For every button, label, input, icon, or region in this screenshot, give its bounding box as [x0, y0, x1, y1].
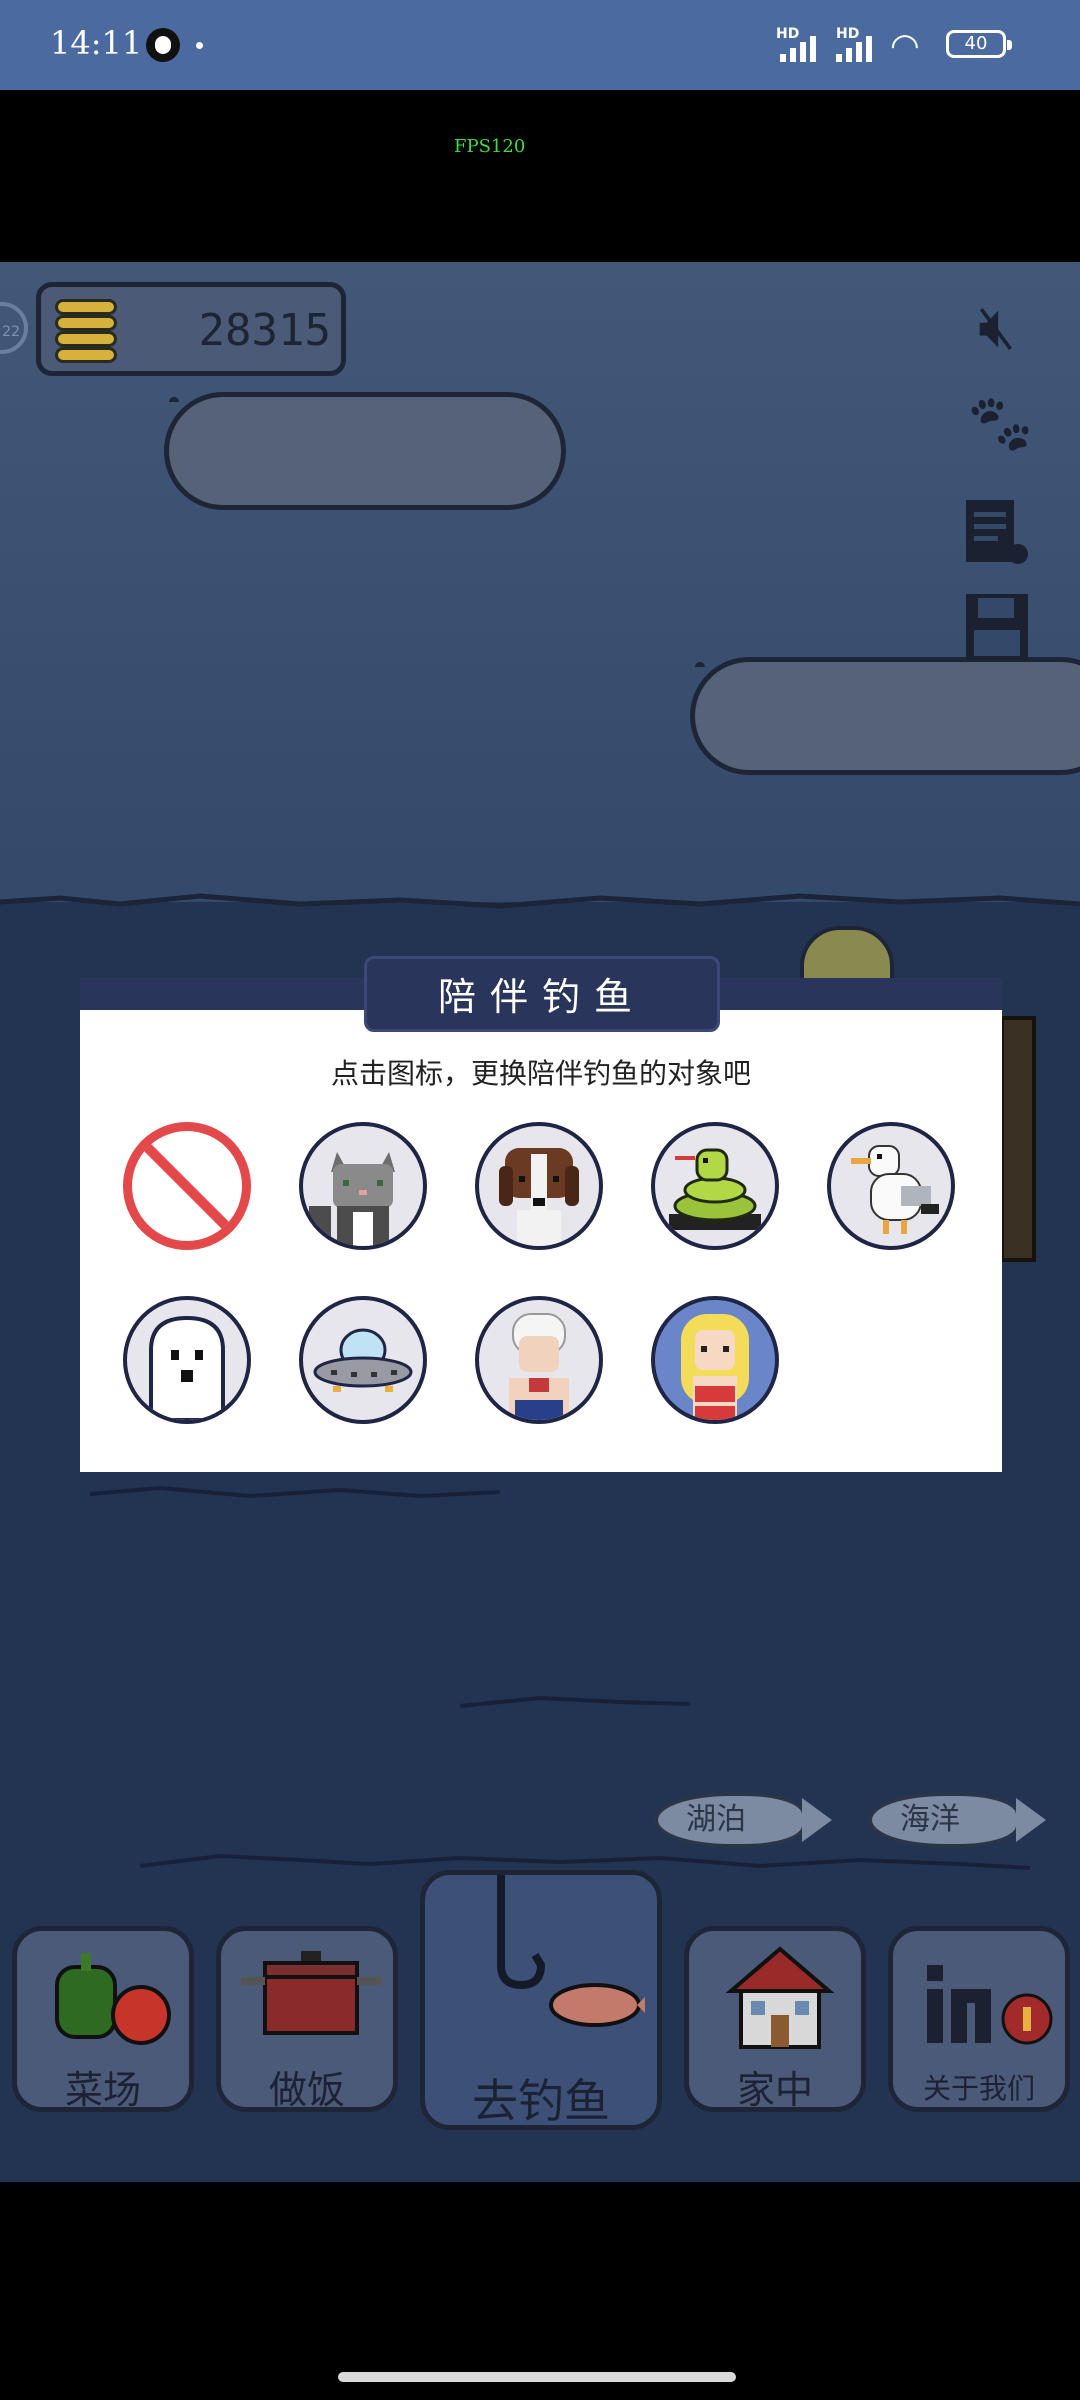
underwater-wave-1: [89, 1485, 501, 1499]
status-bar: 14:11 HD HD ◠ 40: [0, 0, 1080, 90]
fish-hook-icon: [497, 1875, 645, 2027]
cat-icon[interactable]: [299, 1122, 427, 1250]
vegetables-icon: [55, 1953, 171, 2045]
pier-post: [1000, 1016, 1036, 1262]
about-logo-icon: [927, 1965, 1053, 2045]
nav-fish-label: 去钓鱼: [472, 2074, 610, 2128]
nav-about-label: 关于我们: [922, 2072, 1035, 2105]
cloud-left: [164, 392, 566, 510]
nav-farm-label: 菜场: [64, 2068, 141, 2112]
lake-fish-tag[interactable]: 湖泊: [654, 1792, 832, 1848]
signal-1-icon: [780, 32, 816, 62]
coin-counter: 28315: [36, 282, 346, 376]
clock: 14:11: [50, 24, 143, 62]
dialog-subtitle: 点击图标，更换陪伴钓鱼的对象吧: [330, 1057, 751, 1090]
ocean-fish-tag[interactable]: 海洋: [868, 1792, 1046, 1848]
nav-cook-button[interactable]: 做饭: [216, 1926, 398, 2112]
dialog-title: 陪伴钓鱼: [364, 956, 720, 1032]
no-companion-icon[interactable]: [123, 1122, 251, 1250]
ufo-icon[interactable]: [299, 1296, 427, 1424]
nav-cook-label: 做饭: [268, 2068, 345, 2112]
nav-home-button[interactable]: 家中: [684, 1926, 866, 2112]
fps-counter: FPS120: [454, 136, 526, 157]
qq-notification-icon: [146, 28, 180, 62]
level-badge[interactable]: 22: [0, 302, 28, 354]
underwater-wave-2: [459, 1695, 691, 1708]
battery-icon: 40: [946, 30, 1012, 58]
pot-icon: [241, 1951, 381, 2035]
old-man-icon[interactable]: [475, 1296, 603, 1424]
ghost-icon[interactable]: [123, 1296, 251, 1424]
save-icon[interactable]: [962, 592, 1032, 662]
coin-amount: 28315: [198, 305, 331, 356]
log-icon[interactable]: [962, 498, 1032, 568]
cloud-right: [690, 657, 1080, 775]
house-icon: [725, 1946, 835, 2049]
wifi-icon: ◠: [890, 26, 920, 66]
gesture-home-bar[interactable]: [338, 2372, 736, 2382]
sea-surface-wave: [0, 893, 1080, 909]
sun-icon: [800, 926, 894, 986]
seagull-icon[interactable]: [827, 1122, 955, 1250]
signal-2-icon: [836, 32, 872, 62]
nav-farm-button[interactable]: 菜场: [12, 1926, 194, 2112]
mute-icon[interactable]: 🔇︎: [962, 292, 1032, 362]
game-scene: 22 28315 🔇︎ 🐾︎ 陪伴钓鱼 点击图标，更换陪伴钓鱼的对象吧 湖泊 海…: [0, 262, 1080, 2182]
nav-fish-button[interactable]: 去钓鱼: [420, 1870, 662, 2130]
nav-home-label: 家中: [736, 2068, 813, 2112]
underwater-wave-3: [139, 1853, 1031, 1870]
coin-stack-icon: [51, 295, 123, 367]
snake-icon[interactable]: [651, 1122, 779, 1250]
blonde-girl-icon[interactable]: [651, 1296, 779, 1424]
dog-icon[interactable]: [475, 1122, 603, 1250]
companion-dialog: 陪伴钓鱼 点击图标，更换陪伴钓鱼的对象吧: [80, 956, 1002, 1472]
paw-icon[interactable]: 🐾︎: [962, 390, 1038, 460]
notification-dot-icon: [196, 42, 203, 49]
nav-about-button[interactable]: 关于我们: [888, 1926, 1070, 2112]
